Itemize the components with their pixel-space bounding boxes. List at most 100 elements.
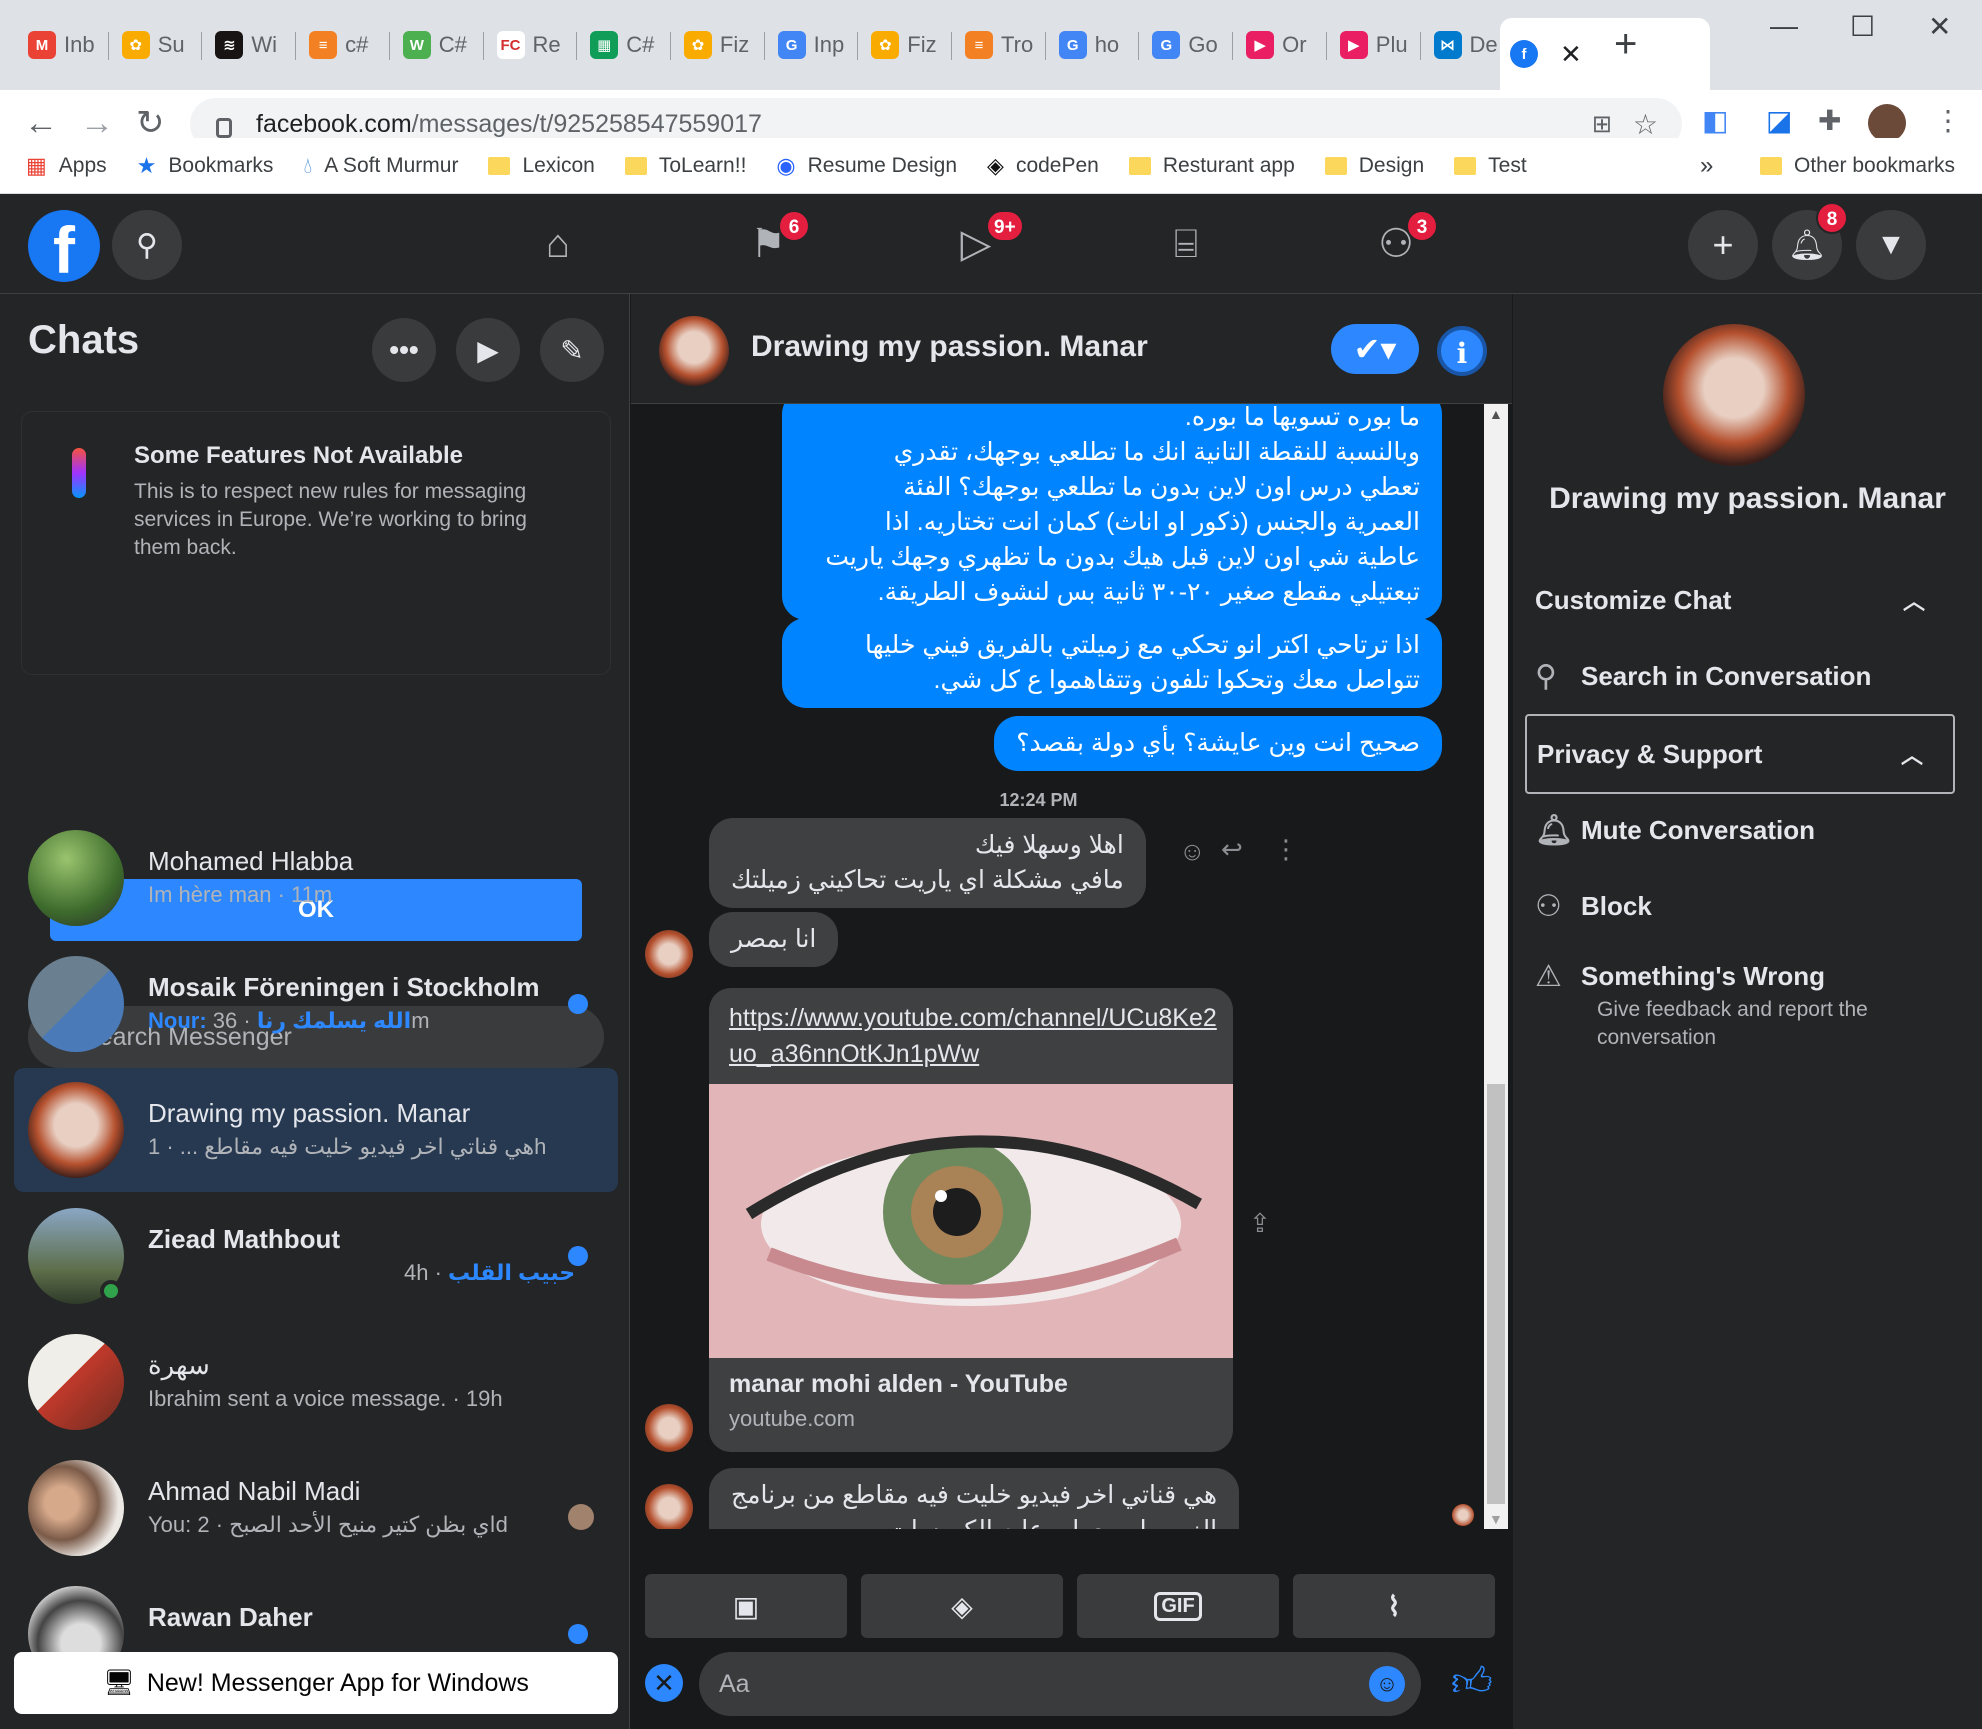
- link-thumbnail[interactable]: [709, 1084, 1233, 1358]
- profile-avatar[interactable]: [1868, 104, 1906, 142]
- scroll-up-icon[interactable]: ▲: [1489, 406, 1503, 422]
- browser-tab[interactable]: W C#: [393, 24, 481, 66]
- tab-facebook-active[interactable]: f ✕: [1500, 18, 1710, 90]
- browser-tab[interactable]: G Go: [1142, 24, 1230, 66]
- browser-tab[interactable]: ▦ C#: [580, 24, 668, 66]
- account-menu-button[interactable]: ▼: [1856, 210, 1926, 280]
- incoming-message[interactable]: هي قناتي اخر فيديو خليت فيه مقاطع من برن…: [709, 1468, 1240, 1529]
- new-room-button[interactable]: ▶: [456, 318, 520, 382]
- browser-tab[interactable]: ≋ Wi: [205, 24, 293, 66]
- conversation-info-button[interactable]: i: [1437, 326, 1487, 376]
- browser-menu-icon[interactable]: ⋮: [1934, 104, 1962, 137]
- browser-tab[interactable]: M Inb: [18, 24, 106, 66]
- browser-tab[interactable]: ≡ c#: [299, 24, 387, 66]
- share-icon[interactable]: ⇪: [1249, 1208, 1271, 1239]
- send-gif-button[interactable]: GIF: [1077, 1574, 1279, 1638]
- outgoing-message[interactable]: اذا ترتاحي اكتر انو تحكي مع زميلتي بالفر…: [782, 618, 1442, 708]
- translate-icon[interactable]: ⊞: [1592, 110, 1612, 139]
- bookmark-item[interactable]: Lexicon: [488, 154, 595, 178]
- link-url[interactable]: https://www.youtube.com/channel/UCu8Ke2u…: [729, 1000, 1219, 1072]
- chat-scrollbar[interactable]: ▲ ▼: [1484, 404, 1508, 1529]
- bookmark-item[interactable]: Test: [1454, 154, 1527, 178]
- outgoing-message[interactable]: صحيح انت وين عايشة؟ بأي دولة بقصد؟: [994, 716, 1442, 771]
- block-item[interactable]: ⚇ Block: [1525, 868, 1955, 944]
- conversation-name: Mosaik Föreningen i Stockholm: [148, 972, 540, 1002]
- facebook-logo[interactable]: f: [28, 210, 100, 287]
- customize-chat-section[interactable]: Customize Chat ︿: [1525, 562, 1955, 638]
- profile-avatar-large[interactable]: [1663, 324, 1805, 466]
- new-message-button[interactable]: ✎: [540, 318, 604, 382]
- facebook-search-button[interactable]: ⚲: [112, 210, 182, 280]
- home-icon[interactable]: ⌂: [530, 220, 586, 268]
- chats-options-button[interactable]: •••: [372, 318, 436, 382]
- conversation-item[interactable]: Mosaik Föreningen i Stockholm Nour: الله…: [14, 942, 618, 1066]
- google-translate-extension-icon[interactable]: ◧: [1702, 104, 1728, 137]
- conversation-item[interactable]: Mohamed Hlabba Im hère man · 11m: [14, 816, 618, 940]
- more-bookmarks-icon[interactable]: »: [1700, 152, 1713, 180]
- attach-file-button[interactable]: ⌇: [1293, 1574, 1495, 1638]
- reply-icon[interactable]: ↩: [1221, 834, 1243, 865]
- chat-title[interactable]: Drawing my passion. Manar: [751, 330, 1148, 364]
- send-sticker-button[interactable]: ◈: [861, 1574, 1063, 1638]
- bookmark-star-icon[interactable]: ☆: [1633, 108, 1658, 141]
- thumbs-up-icon[interactable]: 👍︎: [1451, 1658, 1493, 1706]
- new-tab-button[interactable]: +: [1614, 24, 1637, 64]
- extension-icon[interactable]: ◪: [1766, 104, 1792, 137]
- browser-tab[interactable]: Gho: [1049, 24, 1137, 66]
- chat-status-button[interactable]: ✔▾: [1331, 324, 1419, 374]
- bookmark-item[interactable]: ▦ Apps: [26, 153, 107, 179]
- bookmark-item[interactable]: Design: [1324, 154, 1424, 178]
- bookmark-item[interactable]: ◉ Resume Design: [776, 153, 957, 179]
- browser-tab[interactable]: FC Re: [487, 24, 575, 66]
- link-title[interactable]: manar mohi alden - YouTube: [729, 1370, 1068, 1399]
- create-button[interactable]: +: [1688, 210, 1758, 280]
- conversation-name: سهرة: [148, 1350, 210, 1380]
- conversation-item[interactable]: سهرة Ibrahim sent a voice message. · 19h: [14, 1320, 618, 1444]
- folder-icon: [1760, 156, 1782, 175]
- chat-avatar[interactable]: [659, 316, 729, 386]
- browser-tab[interactable]: ▶ Or: [1236, 24, 1324, 66]
- browser-tab[interactable]: G Inp: [768, 24, 856, 66]
- extensions-puzzle-icon[interactable]: ✚: [1818, 104, 1841, 137]
- mute-conversation-item[interactable]: 🔔︎ Mute Conversation: [1525, 792, 1955, 868]
- search-in-conversation-item[interactable]: ⚲ Search in Conversation: [1525, 638, 1955, 714]
- outgoing-message[interactable]: ما بوره تسويها ما بوره. وبالنسبة للنقطة …: [782, 404, 1442, 620]
- url-path: /messages/t/925258547559017: [411, 109, 762, 138]
- conversation-item-active[interactable]: Drawing my passion. Manar هي قناتي اخر ف…: [14, 1068, 618, 1192]
- new-messenger-app-banner[interactable]: 🖥︎ New! Messenger App for Windows: [14, 1652, 618, 1714]
- emoji-icon[interactable]: ☺: [1369, 1666, 1405, 1702]
- link-preview-card[interactable]: https://www.youtube.com/channel/UCu8Ke2u…: [709, 988, 1233, 1452]
- other-bookmarks[interactable]: Other bookmarks: [1760, 154, 1955, 178]
- privacy-support-section[interactable]: Privacy & Support ︿: [1525, 714, 1955, 794]
- browser-tab[interactable]: ✿ Su: [112, 24, 200, 66]
- tab-label: ho: [1094, 32, 1120, 57]
- incoming-message[interactable]: انا بمصر: [709, 912, 839, 967]
- conversation-item[interactable]: Ziead Mathbout 4h · حبيب القلب: [14, 1194, 618, 1318]
- minimize-icon[interactable]: ―: [1770, 10, 1798, 42]
- bookmark-item[interactable]: ◈ codePen: [987, 153, 1099, 179]
- bookmark-item[interactable]: ToLearn!!: [624, 154, 746, 178]
- preview-sender: حبيب القلب: [448, 1260, 576, 1285]
- conversation-item[interactable]: Ahmad Nabil Madi You: اي بظن كتير منيح ا…: [14, 1446, 618, 1570]
- scroll-down-icon[interactable]: ▼: [1489, 1511, 1503, 1527]
- close-window-icon[interactable]: ✕: [1928, 10, 1951, 43]
- browser-tab[interactable]: ≡ Tro: [955, 24, 1043, 66]
- marketplace-icon[interactable]: ⌸: [1158, 220, 1214, 268]
- send-photo-button[interactable]: ▣: [645, 1574, 847, 1638]
- more-actions-icon[interactable]: ⋮: [1273, 834, 1299, 865]
- scrollbar-thumb[interactable]: [1487, 1084, 1505, 1504]
- bookmark-item[interactable]: 💧︎ A Soft Murmur: [303, 153, 458, 179]
- bookmark-item[interactable]: Resturant app: [1128, 154, 1295, 178]
- browser-tab[interactable]: ▶ Plu: [1330, 24, 1418, 66]
- message-input[interactable]: Aa ☺: [699, 1652, 1421, 1716]
- incoming-message[interactable]: اهلا وسهلا فيك مافي مشكلة اي ياريت تحاكي…: [709, 818, 1146, 908]
- tab-close-icon[interactable]: ✕: [1560, 39, 1582, 70]
- react-icon[interactable]: ☺: [1179, 836, 1206, 867]
- browser-tab[interactable]: ✿ Fiz: [674, 24, 762, 66]
- browser-tab[interactable]: ⋈ De: [1424, 24, 1512, 66]
- bookmark-item[interactable]: ★ Bookmarks: [137, 153, 274, 179]
- bell-icon: 🔔︎: [1787, 228, 1827, 262]
- browser-tab[interactable]: ✿ Fiz: [861, 24, 949, 66]
- maximize-icon[interactable]: ☐: [1850, 10, 1875, 43]
- close-actions-button[interactable]: ✕: [645, 1664, 683, 1702]
